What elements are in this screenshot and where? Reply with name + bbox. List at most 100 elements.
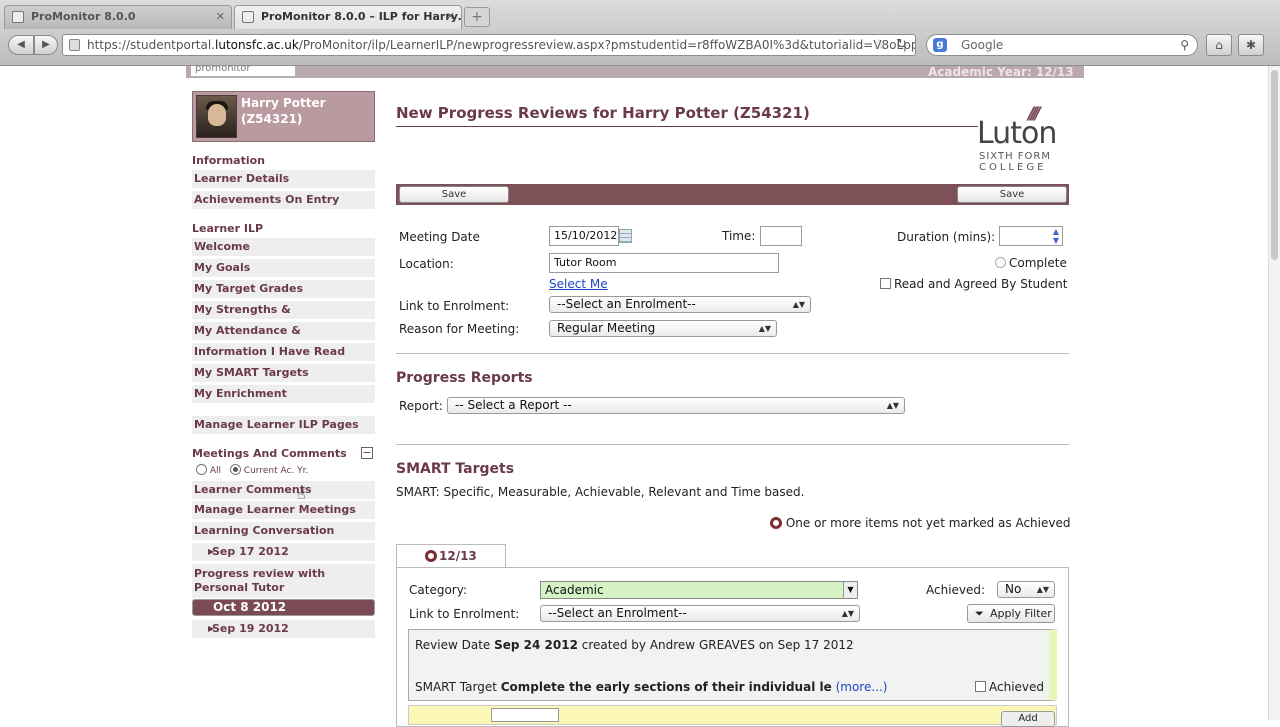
bookmarks-icon[interactable]: ✱ <box>1238 34 1264 56</box>
sidebar-item-information-read[interactable]: Information I Have Read <box>192 343 375 361</box>
close-icon[interactable]: ✕ <box>446 6 455 28</box>
close-icon[interactable]: ✕ <box>216 6 225 28</box>
meeting-date-field[interactable]: 15/10/2012 <box>549 226 619 246</box>
sidebar-item-sep19[interactable]: ▶ Sep 19 2012 <box>192 620 375 638</box>
sidebar-item-manage-pages[interactable]: Manage Learner ILP Pages <box>192 416 375 434</box>
save-button-right[interactable]: Save <box>957 186 1067 203</box>
sidebar-item-target-grades[interactable]: My Target Grades <box>192 280 375 298</box>
smart-target-prefix: SMART Target <box>415 680 501 694</box>
duration-label: Duration (mins): <box>897 230 996 244</box>
logo-line1: SIXTH FORM <box>979 151 1051 162</box>
tab-title: ProMonitor 8.0.0 – ILP for Harry… <box>261 10 462 23</box>
apply-filter-label: Apply Filter <box>990 607 1052 620</box>
sidebar-item-welcome[interactable]: Welcome <box>192 238 375 256</box>
achieved-checkbox[interactable] <box>975 681 986 692</box>
collapse-icon[interactable]: − <box>361 447 373 459</box>
calendar-icon[interactable] <box>619 229 632 243</box>
tab-title: ProMonitor 8.0.0 <box>31 10 136 23</box>
link-enrolment2-select[interactable]: --Select an Enrolment-- ▲▼ <box>540 605 860 622</box>
sidebar-item-strengths[interactable]: My Strengths & Development <box>192 301 375 334</box>
chevron-updown-icon: ▲▼ <box>758 324 771 333</box>
sidebar-item-my-goals[interactable]: My Goals <box>192 259 375 277</box>
browser-tab-1[interactable]: ProMonitor 8.0.0 ✕ <box>4 5 232 29</box>
radio-all[interactable] <box>196 464 207 475</box>
link-enrolment-value: --Select an Enrolment-- <box>557 297 696 311</box>
category-label: Category: <box>409 583 467 597</box>
reload-icon[interactable]: ↻ <box>896 35 907 55</box>
sidebar-item-progress-review[interactable]: Progress review with Personal Tutor <box>192 564 375 598</box>
stepper-icon[interactable]: ▲ ▼ <box>1053 227 1059 245</box>
apply-filter-button[interactable]: ⏷ Apply Filter <box>967 604 1055 623</box>
sidebar-item-oct8[interactable]: Oct 8 2012 <box>192 599 375 616</box>
forward-icon[interactable]: ▶ <box>34 35 58 55</box>
created-by: created by Andrew GREAVES on Sep 17 2012 <box>577 638 854 652</box>
smart-target-text: Complete the early sections of their ind… <box>500 680 832 694</box>
scroll-thumb[interactable] <box>1271 70 1278 260</box>
link-enrolment2-label: Link to Enrolment: <box>409 607 520 621</box>
page-title: New Progress Reviews for Harry Potter (Z… <box>396 104 810 122</box>
lock-icon <box>69 39 80 51</box>
review-date-prefix: Review Date <box>415 638 495 652</box>
complete-label: Complete <box>1009 256 1067 270</box>
sidebar-item-manage-meetings[interactable]: Manage Learner Meetings <box>192 501 375 519</box>
sidebar-item-achievements[interactable]: Achievements On Entry <box>192 191 375 209</box>
new-tab-button[interactable]: + <box>464 7 490 27</box>
sidebar-date-label: Sep 19 2012 <box>212 622 289 635</box>
select-me-link[interactable]: Select Me <box>549 277 608 291</box>
achieved-label: Achieved <box>989 680 1045 694</box>
add-button[interactable]: Add <box>1001 711 1055 727</box>
star-icon[interactable]: ☆ <box>872 35 885 55</box>
back-icon[interactable]: ◀ <box>8 35 34 55</box>
complete-checkbox[interactable] <box>995 257 1006 268</box>
chevron-updown-icon: ▲▼ <box>886 401 899 410</box>
radio-all-label: All <box>209 466 222 476</box>
read-agreed-label: Read and Agreed By Student <box>894 277 1068 291</box>
report-label: Report: <box>399 399 443 413</box>
sidebar-item-enrichment[interactable]: My Enrichment <box>192 385 375 403</box>
save-button-left[interactable]: Save <box>399 186 509 203</box>
expand-arrow-icon: ▶ <box>208 624 215 633</box>
report-select[interactable]: -- Select a Report -- ▲▼ <box>447 397 905 414</box>
review-date-line: Review Date Sep 24 2012 created by Andre… <box>415 638 854 652</box>
reason-select[interactable]: Regular Meeting ▲▼ <box>549 320 777 337</box>
address-bar[interactable]: https://studentportal.lutonsfc.ac.uk/Pro… <box>62 34 916 56</box>
page-scrollbar[interactable] <box>1268 66 1280 720</box>
time-field[interactable] <box>760 226 802 246</box>
search-icon[interactable]: ⚲ <box>1180 35 1189 55</box>
logo-word: Luton <box>977 116 1057 151</box>
more-link[interactable]: (more...) <box>836 680 888 694</box>
sidebar-item-sep17[interactable]: ▶ Sep 17 2012 <box>192 543 375 561</box>
not-achieved-text: One or more items not yet marked as Achi… <box>785 516 1071 530</box>
sidebar-date-label: Sep 17 2012 <box>212 545 289 558</box>
sidebar-item-learning-conversation[interactable]: Learning Conversation <box>192 522 375 540</box>
radio-current-label: Current Ac. Yr. <box>243 466 309 476</box>
sidebar-item-learner-details[interactable]: Learner Details <box>192 170 375 188</box>
browser-tab-2[interactable]: ProMonitor 8.0.0 – ILP for Harry… ✕ <box>234 5 462 29</box>
learner-card: Harry Potter (Z54321) <box>192 91 375 142</box>
title-underline <box>396 126 978 127</box>
home-icon[interactable]: ⌂ <box>1206 34 1232 56</box>
url-domain: lutonsfc.ac.uk <box>215 38 299 52</box>
radio-current-year[interactable] <box>229 464 241 475</box>
chevron-down-icon: ▼ <box>843 582 857 598</box>
url-prefix: https://studentportal. <box>87 38 215 52</box>
sidebar-item-smart-targets[interactable]: My SMART Targets <box>192 364 375 382</box>
link-enrolment-label: Link to Enrolment: <box>399 299 510 313</box>
read-agreed-checkbox[interactable] <box>880 278 891 289</box>
location-field[interactable]: Tutor Room <box>549 253 779 273</box>
report-value: -- Select a Report -- <box>455 398 572 412</box>
meeting-date-label: Meeting Date <box>399 230 480 244</box>
link-enrolment-select[interactable]: --Select an Enrolment-- ▲▼ <box>549 296 811 313</box>
search-box[interactable]: g Google ⚲ <box>926 34 1198 56</box>
promonitor-logo: promonitor <box>190 66 296 77</box>
sidebar-item-attendance[interactable]: My Attendance & Punctuality <box>192 322 375 355</box>
category-select[interactable]: Academic ▼ <box>540 581 858 599</box>
tab-year-12-13[interactable]: 12/13 <box>396 544 506 568</box>
progress-reports-heading: Progress Reports <box>396 370 533 386</box>
logo-line2: COLLEGE <box>979 162 1047 173</box>
smart-targets-heading: SMART Targets <box>396 461 515 477</box>
duration-field[interactable]: ▲ ▼ <box>999 226 1063 246</box>
sidebar-item-learner-comments[interactable]: Learner Comments <box>192 481 375 499</box>
academic-year: Academic Year: 12/13 <box>928 65 1074 79</box>
achieved-filter-select[interactable]: No ▲▼ <box>997 581 1055 598</box>
